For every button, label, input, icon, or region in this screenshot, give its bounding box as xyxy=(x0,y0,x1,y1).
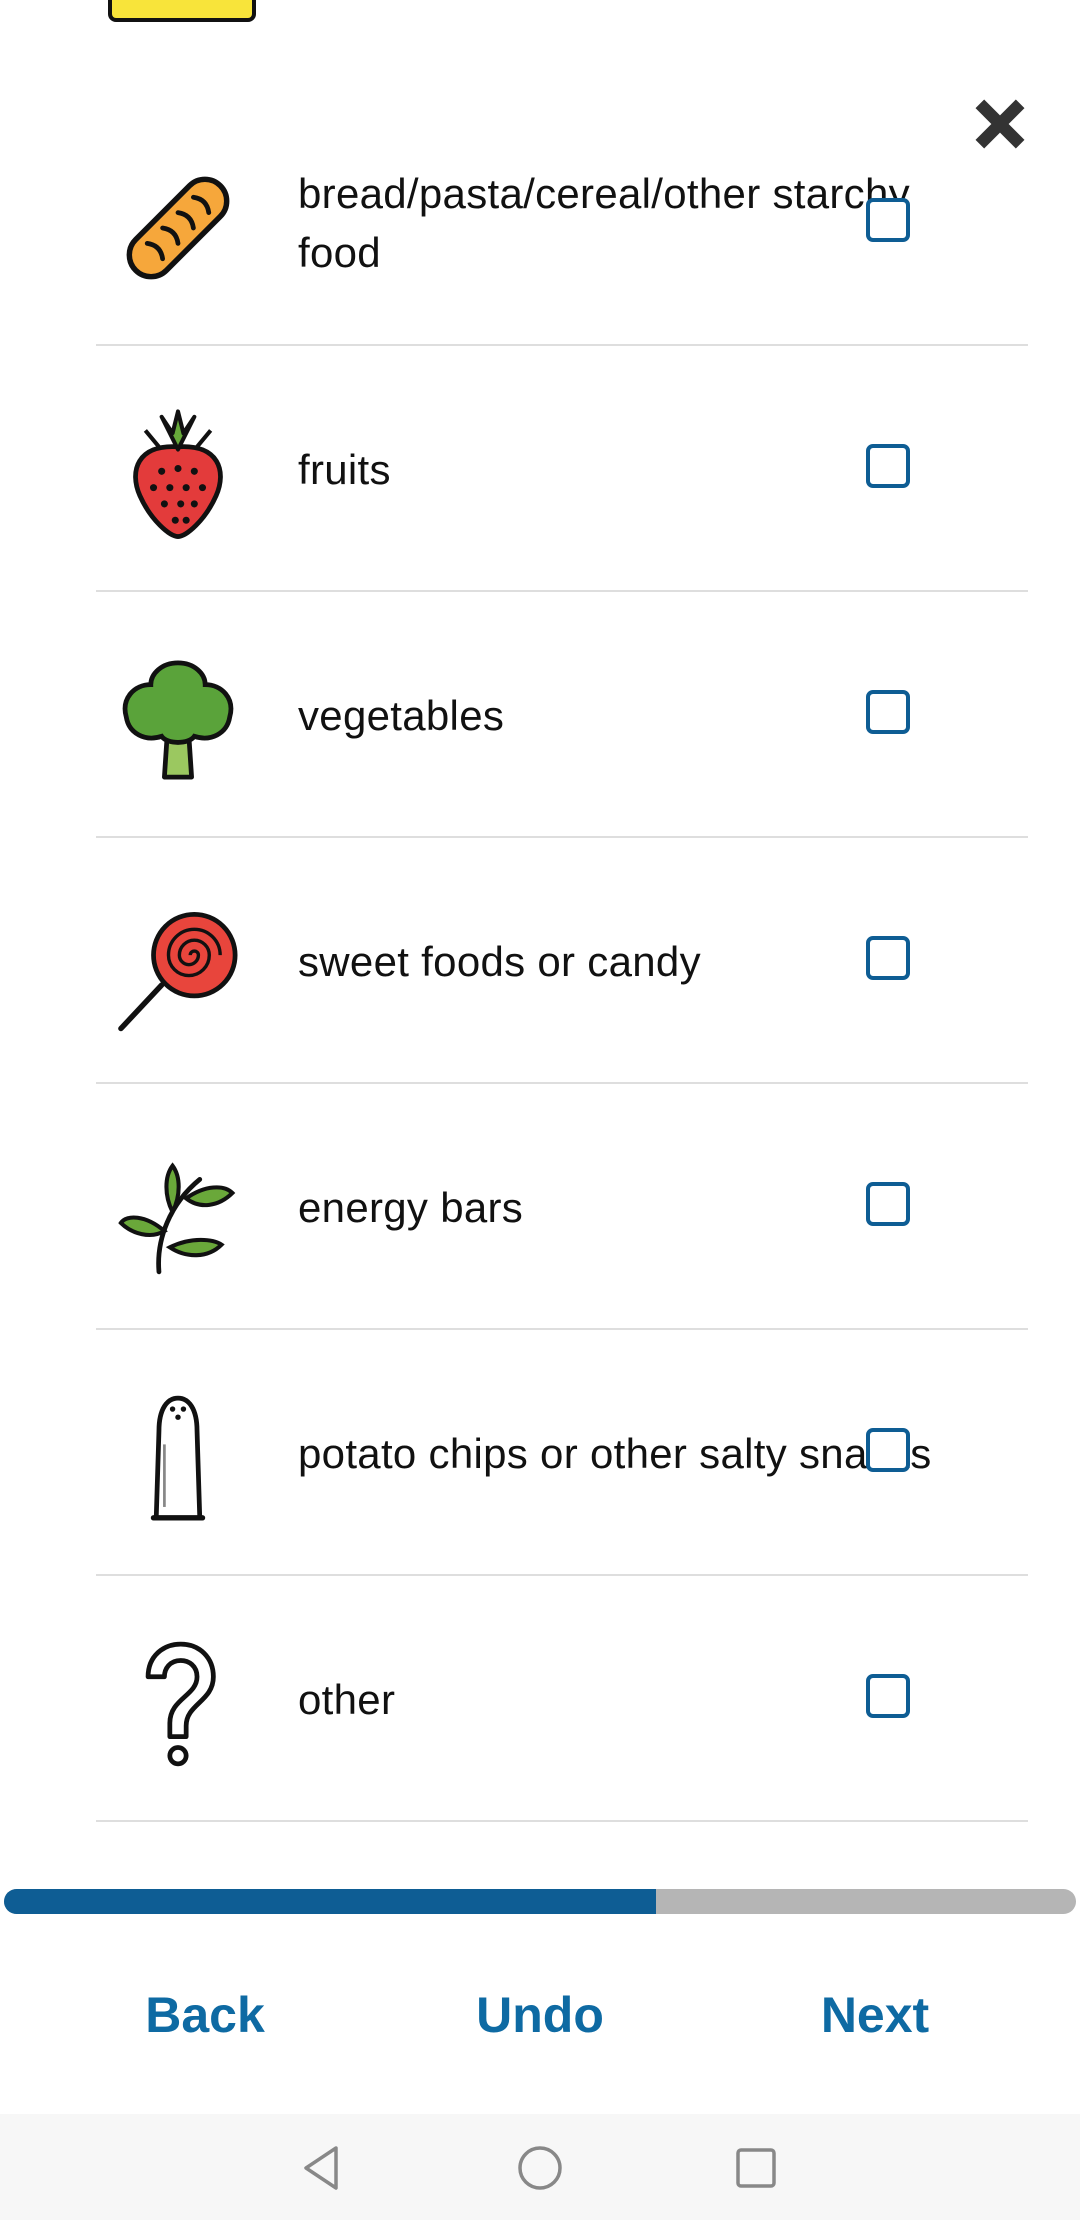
recents-square-icon[interactable] xyxy=(726,2138,786,2198)
list-item[interactable]: other xyxy=(96,1576,1028,1822)
progress-fill xyxy=(4,1889,656,1914)
list-item[interactable]: vegetables xyxy=(96,592,1028,838)
strawberry-icon xyxy=(110,406,246,542)
home-circle-icon[interactable] xyxy=(510,2138,570,2198)
food-selection-screen: bread/pasta/cereal/other starchy food fr… xyxy=(0,0,1080,2220)
bread-icon xyxy=(110,160,246,296)
item-checkbox[interactable] xyxy=(866,198,910,242)
item-label: sweet foods or candy xyxy=(298,937,701,985)
item-checkbox[interactable] xyxy=(866,1428,910,1472)
item-label: other xyxy=(298,1675,396,1723)
progress-bar xyxy=(4,1889,1076,1914)
item-checkbox[interactable] xyxy=(866,444,910,488)
back-button[interactable]: Back xyxy=(120,1955,290,2075)
back-triangle-icon[interactable] xyxy=(292,2138,352,2198)
salt-shaker-icon xyxy=(110,1390,246,1526)
navigation-buttons: Back Undo Next xyxy=(0,1955,1080,2075)
undo-button[interactable]: Undo xyxy=(460,1955,620,2075)
next-button[interactable]: Next xyxy=(800,1955,950,2075)
item-label: potato chips or other salty snacks xyxy=(298,1429,932,1477)
leaf-sprig-icon xyxy=(110,1144,246,1280)
question-mark-icon xyxy=(110,1636,246,1772)
lollipop-icon xyxy=(110,898,246,1034)
list-item[interactable]: sweet foods or candy xyxy=(96,838,1028,1084)
list-item[interactable]: potato chips or other salty snacks xyxy=(96,1330,1028,1576)
item-label: energy bars xyxy=(298,1183,524,1231)
item-checkbox[interactable] xyxy=(866,1674,910,1718)
item-label: bread/pasta/cereal/other starchy food xyxy=(298,170,910,276)
system-navigation-bar xyxy=(0,2114,1080,2220)
close-icon[interactable] xyxy=(964,88,1036,160)
item-checkbox[interactable] xyxy=(866,1182,910,1226)
list-item[interactable]: fruits xyxy=(96,346,1028,592)
item-checkbox[interactable] xyxy=(866,690,910,734)
item-label: vegetables xyxy=(298,691,505,739)
item-label: fruits xyxy=(298,445,391,493)
broccoli-icon xyxy=(110,652,246,788)
cheese-icon xyxy=(108,0,256,22)
list-item[interactable]: energy bars xyxy=(96,1084,1028,1330)
item-checkbox[interactable] xyxy=(866,936,910,980)
list-item[interactable]: bread/pasta/cereal/other starchy food xyxy=(96,100,1028,346)
